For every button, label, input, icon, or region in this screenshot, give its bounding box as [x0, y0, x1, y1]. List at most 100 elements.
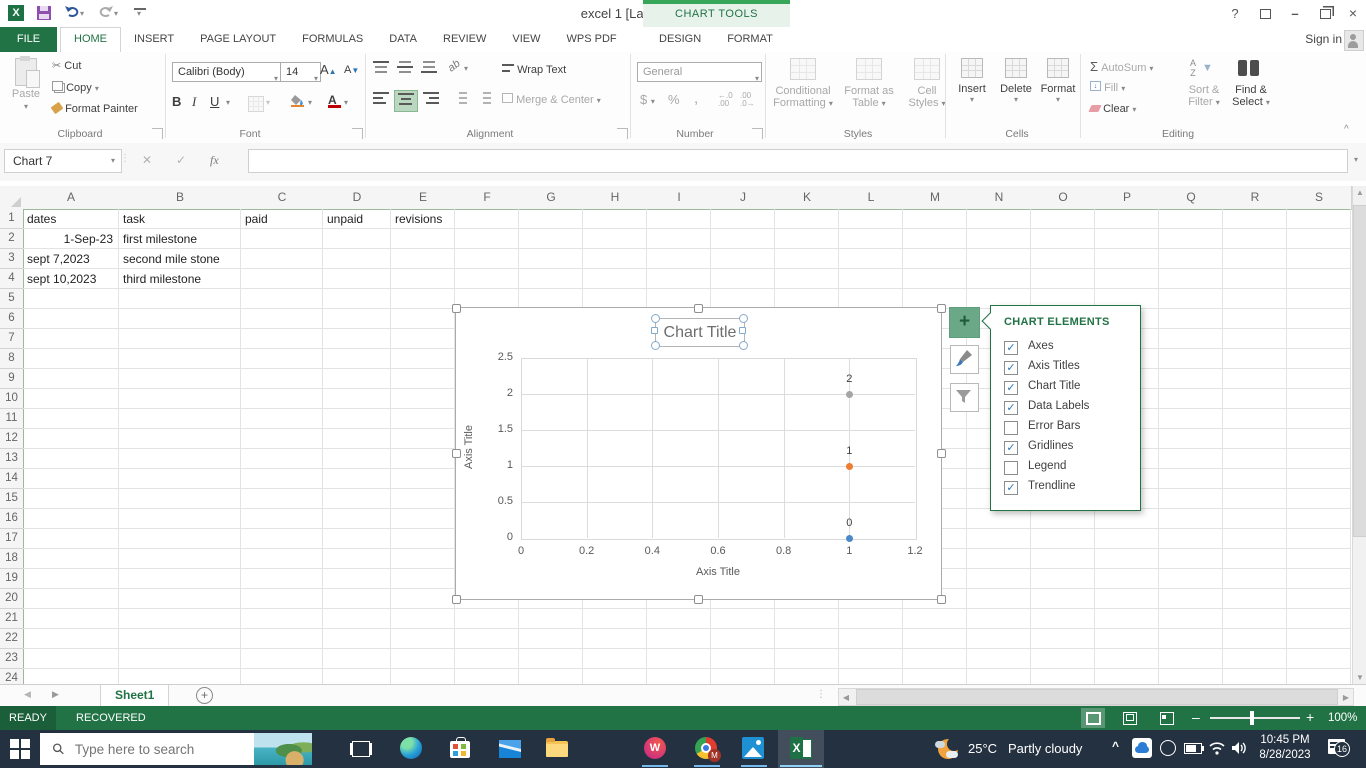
column-header-F[interactable]: F: [455, 186, 520, 210]
title-handle[interactable]: [739, 327, 746, 334]
italic-button[interactable]: I: [192, 94, 196, 110]
chart-resize-handle[interactable]: [937, 595, 946, 604]
data-point-0[interactable]: [845, 534, 853, 542]
new-sheet-icon[interactable]: +: [196, 687, 213, 704]
namebox-splitter[interactable]: ⋮: [120, 153, 130, 164]
sheet-tab-sheet1[interactable]: Sheet1: [100, 685, 170, 708]
scroll-left-icon[interactable]: ◀: [839, 693, 853, 702]
wrap-text-button[interactable]: Wrap Text: [502, 63, 566, 76]
row-header-22[interactable]: 22: [0, 629, 24, 649]
scroll-up-icon[interactable]: ▲: [1353, 188, 1366, 197]
cut-button[interactable]: ✂ Cut: [52, 59, 81, 72]
column-header-C[interactable]: C: [241, 186, 324, 210]
font-color-dropdown[interactable]: ▾: [344, 98, 348, 107]
row-header-7[interactable]: 7: [0, 329, 24, 349]
formula-input[interactable]: [248, 149, 1348, 173]
column-header-N[interactable]: N: [967, 186, 1032, 210]
chart-filters-button[interactable]: [950, 383, 979, 412]
align-right-button[interactable]: [420, 90, 442, 110]
column-header-L[interactable]: L: [839, 186, 904, 210]
data-point-2[interactable]: [845, 390, 853, 398]
minimize-icon[interactable]: –: [1282, 4, 1308, 23]
volume-icon[interactable]: [1230, 740, 1248, 759]
row-header-2[interactable]: 2: [0, 229, 24, 249]
top-align-button[interactable]: [370, 60, 392, 80]
close-icon[interactable]: ×: [1340, 4, 1366, 23]
task-view-icon[interactable]: [348, 737, 372, 761]
checkbox-chart-title[interactable]: ✓: [1004, 381, 1018, 395]
sign-in-link[interactable]: Sign in: [1305, 32, 1342, 46]
row-header-11[interactable]: 11: [0, 409, 24, 429]
battery-icon[interactable]: [1184, 743, 1204, 757]
row-header-12[interactable]: 12: [0, 429, 24, 449]
row-header-4[interactable]: 4: [0, 269, 24, 289]
chrome-icon[interactable]: M: [695, 737, 721, 762]
chart-styles-button[interactable]: [950, 345, 979, 374]
normal-view-icon[interactable]: [1081, 708, 1105, 728]
tab-data[interactable]: DATA: [376, 27, 430, 52]
column-header-A[interactable]: A: [23, 186, 120, 210]
column-header-D[interactable]: D: [323, 186, 392, 210]
title-handle[interactable]: [651, 341, 660, 350]
name-box[interactable]: Chart 7 ▾: [4, 149, 122, 173]
scroll-right-icon[interactable]: ▶: [1339, 693, 1353, 702]
font-dialog-launcher[interactable]: [352, 128, 363, 139]
checkbox-gridlines[interactable]: ✓: [1004, 441, 1018, 455]
taskbar-clock[interactable]: 10:45 PM 8/28/2023: [1250, 733, 1320, 763]
weather-temp[interactable]: 25°C: [968, 741, 997, 756]
chart-resize-handle[interactable]: [452, 449, 461, 458]
insert-cells-button[interactable]: Insert ▾: [952, 58, 992, 104]
cell-B1[interactable]: task: [123, 209, 145, 229]
fill-color-dropdown[interactable]: ▾: [308, 98, 312, 107]
photos-icon[interactable]: [742, 737, 766, 761]
x-axis-title[interactable]: Axis Title: [521, 566, 915, 578]
row-header-18[interactable]: 18: [0, 549, 24, 569]
column-header-G[interactable]: G: [519, 186, 584, 210]
cell-A4[interactable]: sept 10,2023: [27, 269, 96, 289]
chart-elements-button[interactable]: +: [949, 307, 980, 338]
select-all-corner[interactable]: [0, 186, 24, 210]
format-cells-button[interactable]: Format ▾: [1038, 58, 1078, 104]
cell-B2[interactable]: first milestone: [123, 229, 197, 249]
checkbox-data-labels[interactable]: ✓: [1004, 401, 1018, 415]
row-header-21[interactable]: 21: [0, 609, 24, 629]
ribbon-display-options-icon[interactable]: [1252, 4, 1278, 23]
tab-insert[interactable]: INSERT: [121, 27, 187, 52]
row-header-13[interactable]: 13: [0, 449, 24, 469]
cell-A1[interactable]: dates: [27, 209, 56, 229]
y-axis-title[interactable]: Axis Title: [463, 372, 475, 522]
column-header-J[interactable]: J: [711, 186, 776, 210]
weather-icon[interactable]: [935, 737, 962, 761]
title-handle[interactable]: [651, 314, 660, 323]
insert-function-icon[interactable]: fx: [210, 149, 219, 171]
column-header-E[interactable]: E: [391, 186, 456, 210]
row-header-24[interactable]: 24: [0, 669, 24, 684]
title-handle[interactable]: [651, 327, 658, 334]
grow-font-button[interactable]: A▲: [320, 62, 337, 77]
column-header-S[interactable]: S: [1287, 186, 1352, 210]
underline-button[interactable]: U: [210, 94, 219, 109]
cell-A2[interactable]: 1-Sep-23: [23, 229, 113, 249]
wps-icon[interactable]: W: [644, 737, 668, 761]
avatar[interactable]: [1344, 30, 1364, 51]
wifi-icon[interactable]: [1208, 740, 1226, 759]
middle-align-button[interactable]: [394, 60, 416, 80]
expand-formula-bar-icon[interactable]: ▾: [1354, 155, 1358, 164]
row-header-5[interactable]: 5: [0, 289, 24, 309]
tab-scroll-splitter[interactable]: ⋮: [816, 689, 826, 700]
chart-object[interactable]: Chart Title Axis Title Axis Title 0 0.2 0.…: [452, 304, 946, 604]
copy-button[interactable]: Copy ▾: [52, 81, 99, 94]
zoom-level[interactable]: 100%: [1328, 706, 1357, 730]
page-layout-view-icon[interactable]: [1118, 708, 1142, 728]
row-header-19[interactable]: 19: [0, 569, 24, 589]
font-size-combo[interactable]: 14 ▾: [280, 62, 321, 83]
column-header-I[interactable]: I: [647, 186, 712, 210]
mail-icon[interactable]: [499, 737, 523, 761]
cell-A3[interactable]: sept 7,2023: [27, 249, 90, 269]
format-painter-button[interactable]: Format Painter: [50, 101, 138, 115]
help-icon[interactable]: ?: [1222, 4, 1248, 23]
title-handle[interactable]: [739, 341, 748, 350]
start-button-icon[interactable]: [10, 739, 30, 759]
fill-color-button[interactable]: [290, 94, 306, 110]
row-header-3[interactable]: 3: [0, 249, 24, 269]
